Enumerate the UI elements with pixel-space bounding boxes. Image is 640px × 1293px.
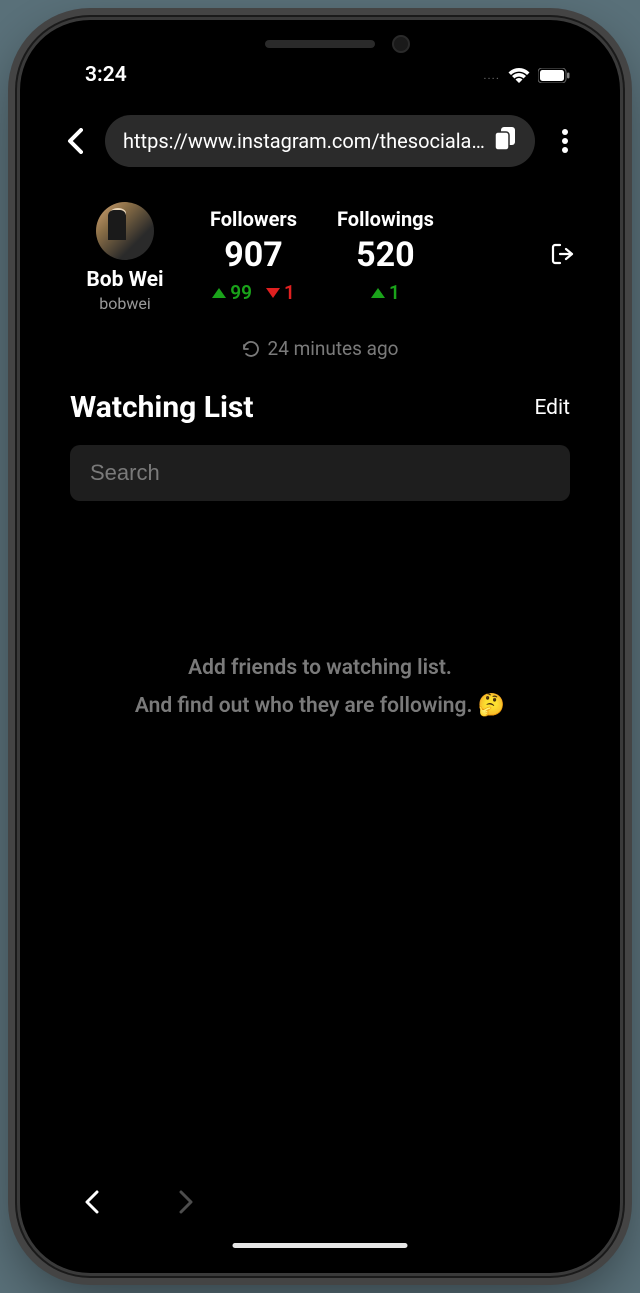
url-bar[interactable]: https://www.instagram.com/thesociala...: [105, 115, 535, 167]
chevron-left-icon: [67, 128, 83, 154]
followers-value: 907: [224, 235, 283, 275]
screen: 3:24 .... https://www.instagram.com/thes…: [35, 35, 605, 1258]
refresh-icon: [242, 340, 260, 358]
triangle-up-icon: [212, 288, 226, 298]
followings-up-value: 1: [389, 281, 400, 304]
avatar-column: Bob Wei bobwei: [70, 202, 180, 313]
chevron-right-icon: [179, 1190, 193, 1214]
chevron-left-icon: [85, 1190, 99, 1214]
followers-changes: 99 1: [212, 281, 295, 304]
followers-down: 1: [266, 281, 295, 304]
thinking-emoji: 🤔: [478, 693, 505, 718]
status-right: ....: [483, 67, 570, 83]
followers-up: 99: [212, 281, 252, 304]
followings-changes: 1: [371, 281, 400, 304]
url-text: https://www.instagram.com/thesociala...: [123, 129, 485, 153]
url-bar-row: https://www.instagram.com/thesociala...: [35, 95, 605, 172]
updated-text: 24 minutes ago: [268, 337, 399, 360]
followers-up-value: 99: [230, 281, 252, 304]
followings-value: 520: [356, 235, 415, 275]
status-time: 3:24: [85, 63, 127, 87]
triangle-down-icon: [266, 288, 280, 298]
home-indicator[interactable]: [233, 1243, 408, 1248]
copy-icon[interactable]: [495, 127, 517, 155]
triangle-up-icon: [371, 288, 385, 298]
nav-back-button[interactable]: [75, 1180, 109, 1228]
bottom-nav: [35, 1180, 605, 1228]
display-name: Bob Wei: [86, 268, 163, 292]
empty-state: Add friends to watching list. And find o…: [35, 501, 605, 724]
wifi-icon: [508, 67, 530, 83]
empty-line-2: And find out who they are following.: [135, 694, 473, 718]
signal-dots: ....: [483, 68, 500, 82]
followings-label: Followings: [337, 207, 434, 231]
avatar[interactable]: [96, 202, 154, 260]
profile-section: Bob Wei bobwei Followers 907 99 1: [35, 172, 605, 323]
menu-button[interactable]: [545, 129, 585, 153]
edit-button[interactable]: Edit: [534, 396, 570, 420]
exit-button[interactable]: [551, 242, 575, 270]
search-input[interactable]: [90, 460, 550, 486]
followers-stat[interactable]: Followers 907 99 1: [210, 207, 297, 304]
followings-up: 1: [371, 281, 400, 304]
followings-stat[interactable]: Followings 520 1: [337, 207, 434, 304]
phone-frame: 3:24 .... https://www.instagram.com/thes…: [20, 20, 620, 1273]
empty-line-2-wrapper: And find out who they are following. 🤔: [75, 687, 565, 725]
search-box[interactable]: [70, 445, 570, 501]
status-bar: 3:24 ....: [35, 35, 605, 95]
watching-title: Watching List: [70, 390, 254, 425]
nav-forward-button: [169, 1180, 203, 1228]
followers-down-value: 1: [284, 281, 295, 304]
exit-icon: [551, 242, 575, 266]
followers-label: Followers: [210, 207, 297, 231]
last-updated: 24 minutes ago: [35, 337, 605, 360]
watching-header: Watching List Edit: [35, 360, 605, 439]
stats: Followers 907 99 1 Followings: [180, 202, 570, 304]
username: bobwei: [99, 294, 151, 313]
back-button[interactable]: [55, 128, 95, 154]
empty-line-1: Add friends to watching list.: [75, 651, 565, 687]
battery-icon: [538, 68, 570, 83]
vertical-dots-icon: [562, 129, 568, 153]
